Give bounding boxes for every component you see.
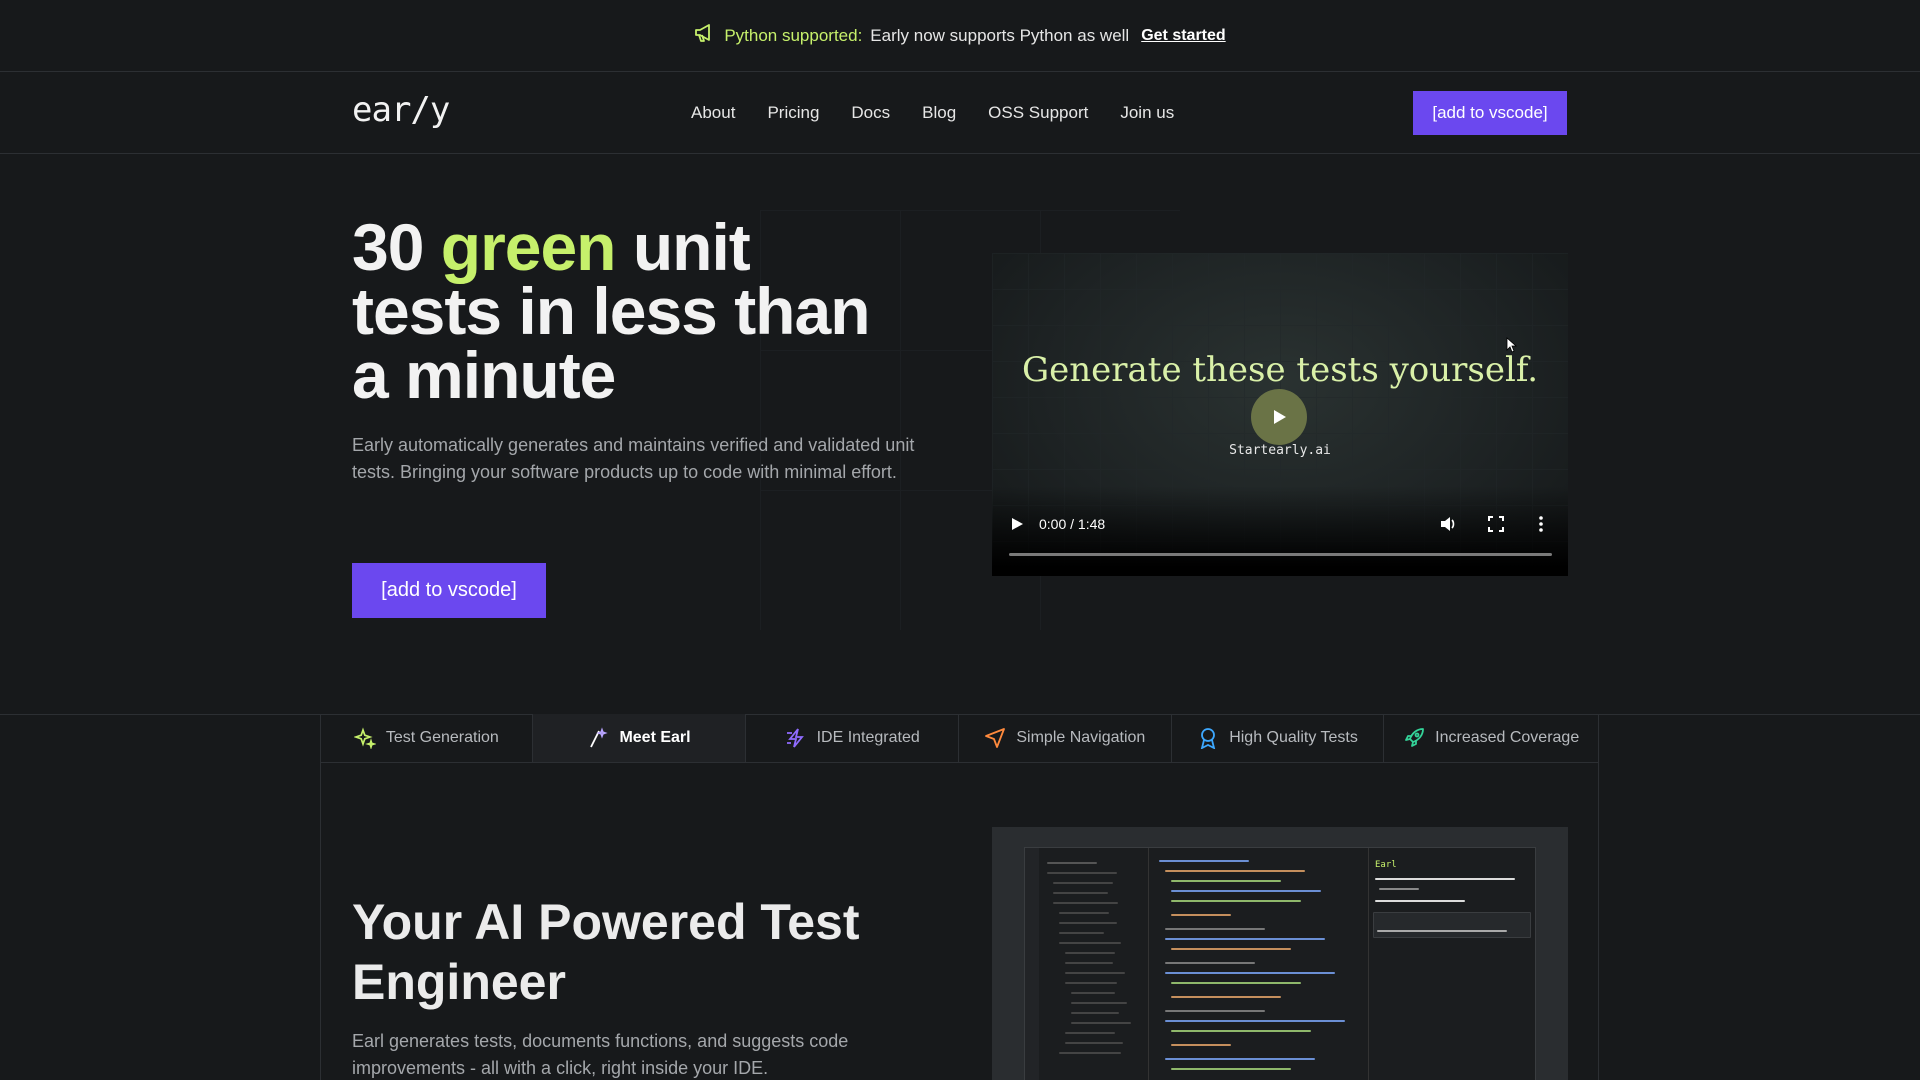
fullscreen-icon[interactable] <box>1488 516 1504 532</box>
video-play-overlay-button[interactable] <box>1251 389 1307 445</box>
mouse-cursor-icon <box>1506 337 1518 353</box>
hero-subtitle: Early automatically generates and mainta… <box>352 435 915 482</box>
more-options-icon[interactable] <box>1532 515 1550 533</box>
sparkles-icon <box>353 727 376 749</box>
logo[interactable]: ear/y <box>352 90 450 130</box>
tab-test-generation[interactable]: Test Generation <box>321 714 533 762</box>
nav-link-docs[interactable]: Docs <box>851 103 890 123</box>
tab-meet-earl[interactable]: Meet Earl <box>532 714 747 762</box>
section-subtitle: Earl generates tests, documents function… <box>352 1031 849 1078</box>
section-title: Your AI Powered Test Engineer <box>352 894 860 1010</box>
ide-screenshot: Earl <box>992 827 1568 1080</box>
top-nav: ear/y About Pricing Docs Blog OSS Suppor… <box>0 72 1920 154</box>
nav-link-blog[interactable]: Blog <box>922 103 956 123</box>
lightning-icon <box>786 728 804 748</box>
video-progress-bar[interactable] <box>1009 553 1552 556</box>
nav-link-oss-support[interactable]: OSS Support <box>988 103 1088 123</box>
tab-increased-coverage[interactable]: Increased Coverage <box>1384 714 1598 762</box>
nav-link-about[interactable]: About <box>691 103 735 123</box>
hero-title-highlight: green <box>440 210 617 284</box>
ide-earl-chat-panel: Earl <box>1369 848 1537 1080</box>
ide-window: Earl <box>1024 847 1536 1080</box>
video-brand-text: Startearly.ai <box>1229 443 1331 458</box>
tab-label: Test Generation <box>385 729 499 746</box>
tab-ide-integrated[interactable]: IDE Integrated <box>746 714 960 762</box>
award-ribbon-icon <box>1201 728 1216 749</box>
nav-link-pricing[interactable]: Pricing <box>767 103 819 123</box>
tab-simple-navigation[interactable]: Simple Navigation <box>959 714 1172 762</box>
panel-border-right <box>1598 763 1599 1080</box>
ide-code-editor <box>1149 848 1369 1080</box>
ide-explorer-panel <box>1039 848 1149 1080</box>
nav-link-join-us[interactable]: Join us <box>1120 103 1174 123</box>
ide-activity-bar <box>1025 848 1039 1080</box>
play-icon[interactable] <box>1010 517 1024 531</box>
tab-label: High Quality Tests <box>1229 729 1358 746</box>
tab-label: Simple Navigation <box>1016 729 1146 746</box>
announcement-highlight: Python supported: <box>724 25 863 45</box>
magic-wand-icon <box>590 727 609 748</box>
play-icon <box>1274 410 1286 424</box>
announcement-message: Early now supports Python as well <box>870 25 1130 45</box>
feature-tabs: Test Generation Meet Earl IDE Integrated… <box>320 714 1599 763</box>
tab-label: Meet Earl <box>619 729 691 746</box>
nav-add-to-vscode-button[interactable]: [add to vscode] <box>1413 91 1567 135</box>
tab-label: Increased Coverage <box>1435 729 1580 746</box>
announcement-bar: Python supported: Early now supports Pyt… <box>0 0 1920 72</box>
megaphone-icon <box>694 23 716 48</box>
rocket-icon <box>1405 728 1425 747</box>
tab-high-quality-tests[interactable]: High Quality Tests <box>1172 714 1385 762</box>
video-time: 0:00 / 1:48 <box>1039 516 1106 532</box>
hero-add-to-vscode-button[interactable]: [add to vscode] <box>352 563 546 618</box>
ide-earl-label: Earl <box>1375 860 1397 870</box>
volume-icon[interactable] <box>1439 515 1457 533</box>
panel-border-left <box>320 763 321 1080</box>
nav-links: About Pricing Docs Blog OSS Support Join… <box>691 72 1174 154</box>
navigation-arrow-icon <box>985 728 1006 748</box>
hero-title-pre: 30 <box>352 210 441 284</box>
tab-label: IDE Integrated <box>816 729 920 746</box>
get-started-link[interactable]: Get started <box>1141 27 1225 45</box>
hero-title: 30 green unit tests in less than a minut… <box>352 214 912 408</box>
demo-video-player[interactable]: Generate these tests yourself. Startearl… <box>992 253 1568 576</box>
video-caption: Generate these tests yourself. <box>1021 350 1539 390</box>
